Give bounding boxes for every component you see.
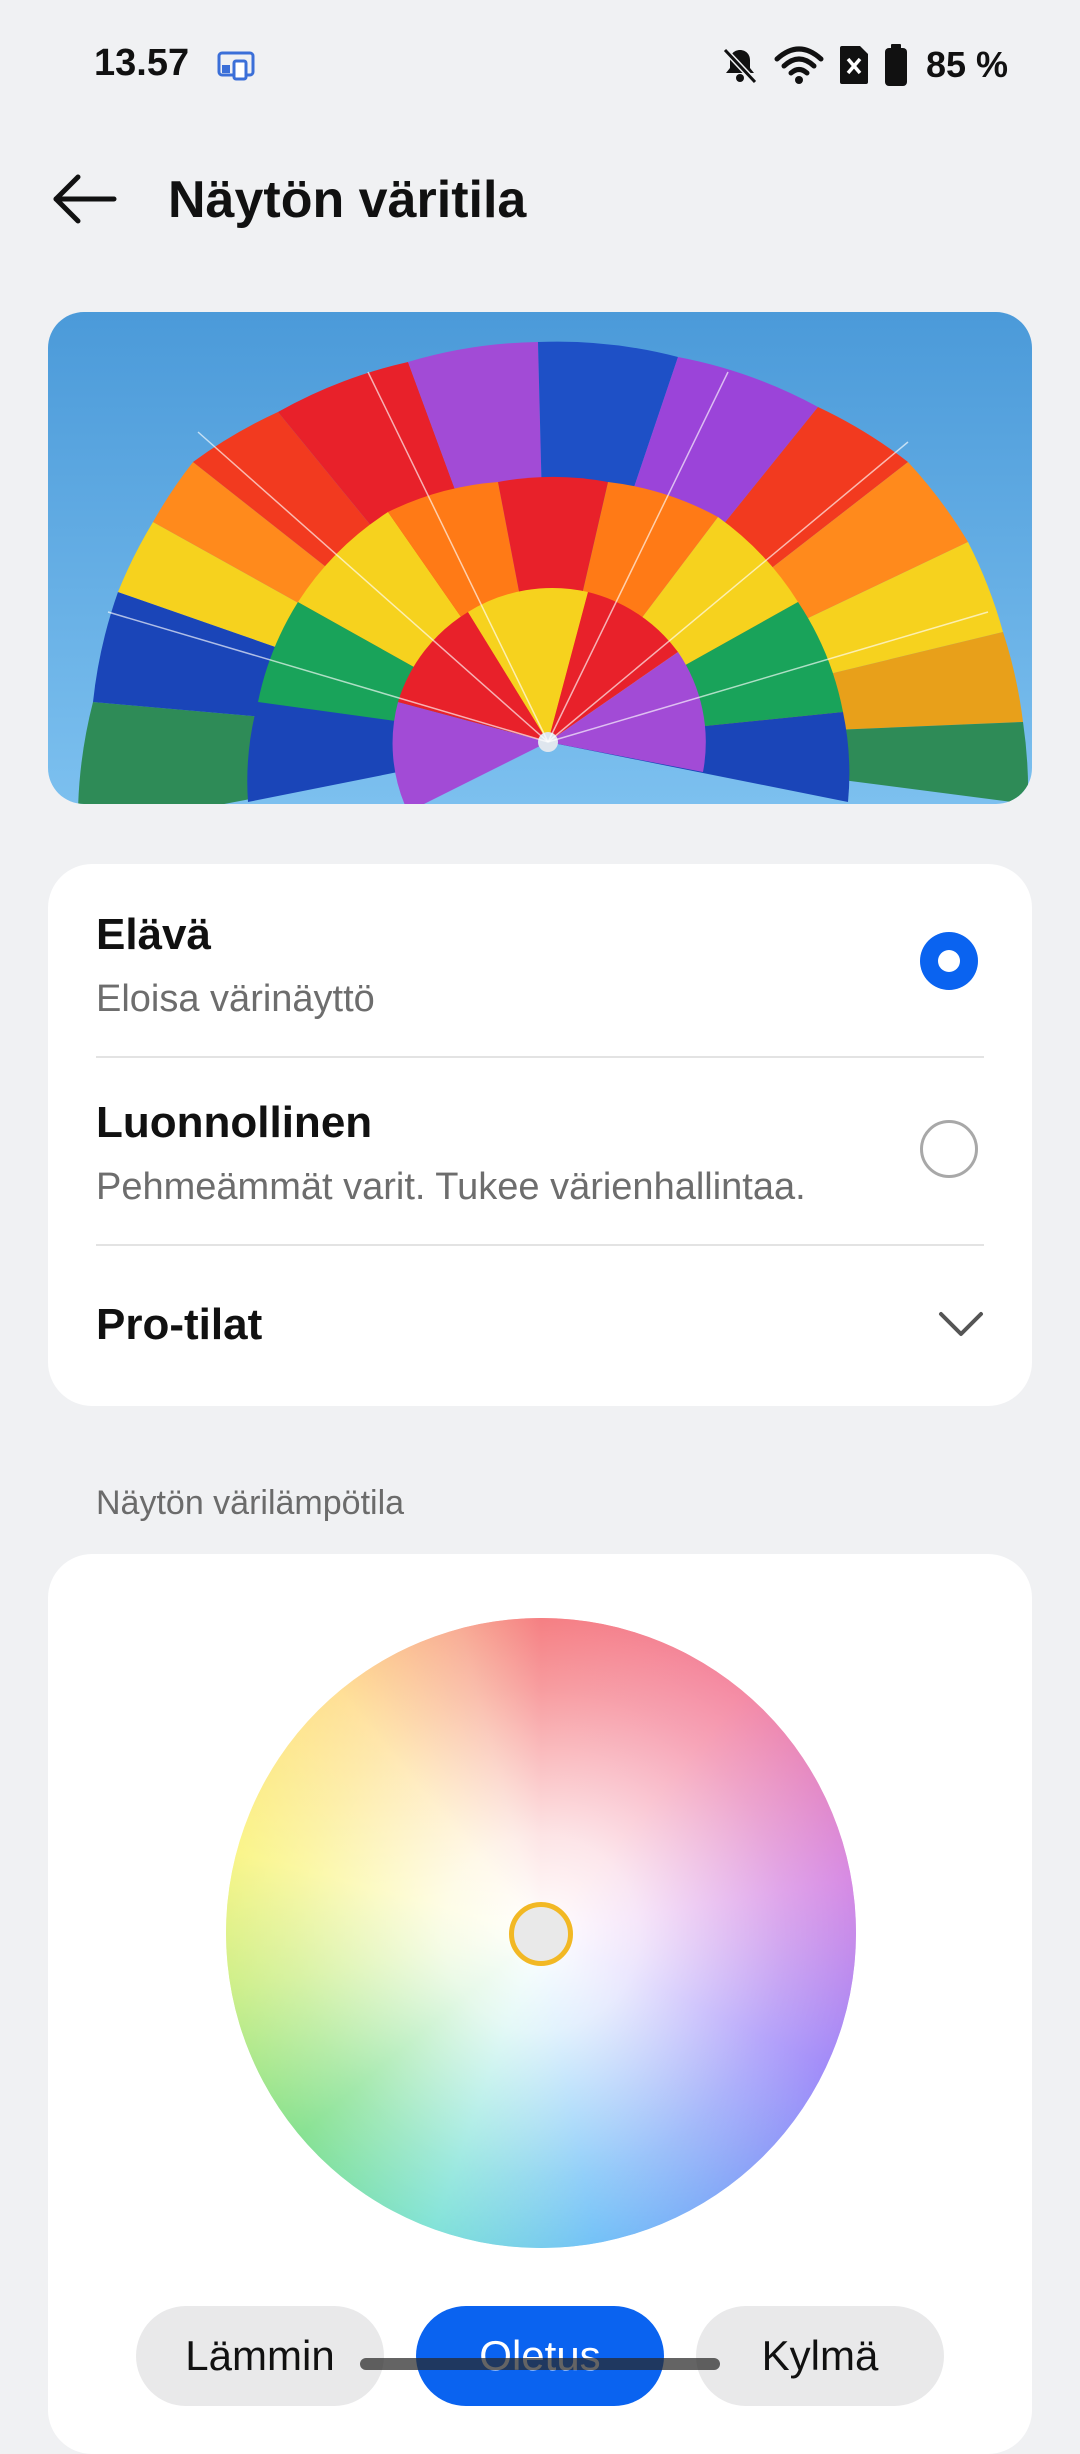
page-title: Näytön väritila: [168, 171, 527, 229]
status-bar: 13.57 85 %: [0, 0, 1080, 135]
chevron-down-icon: [939, 1312, 983, 1336]
mode-option-natural[interactable]: Luonnollinen Pehmeämmät varit. Tukee vär…: [48, 1058, 1032, 1240]
pro-modes-row[interactable]: Pro-tilat: [48, 1246, 1032, 1406]
option-title: Luonnollinen: [96, 1098, 373, 1147]
sim-off-icon: [838, 44, 870, 86]
color-wheel-handle[interactable]: [509, 1902, 573, 1966]
option-subtitle: Pehmeämmät varit. Tukee värienhallintaa.: [96, 1166, 806, 1208]
radio-selected[interactable]: [920, 932, 978, 990]
preset-cool-button[interactable]: Kylmä: [696, 2306, 944, 2406]
section-label-color-temperature: Näytön värilämpötila: [96, 1484, 405, 1522]
mode-option-vivid[interactable]: Elävä Eloisa värinäyttö: [48, 864, 1032, 1052]
preview-image: [48, 312, 1032, 804]
back-button[interactable]: [40, 164, 130, 234]
temperature-presets: Lämmin Oletus Kylmä: [48, 2306, 1032, 2406]
preset-warm-button[interactable]: Lämmin: [136, 2306, 384, 2406]
status-icons: 85 %: [720, 40, 1008, 90]
preset-default-button[interactable]: Oletus: [416, 2306, 664, 2406]
battery-icon: [884, 44, 908, 86]
pro-modes-title: Pro-tilat: [96, 1300, 263, 1349]
radio-unselected[interactable]: [920, 1120, 978, 1178]
color-temperature-card: Lämmin Oletus Kylmä: [48, 1554, 1032, 2454]
battery-percentage: 85 %: [925, 44, 1008, 85]
color-mode-card: Elävä Eloisa värinäyttö Luonnollinen Peh…: [48, 864, 1032, 1406]
bell-muted-icon: [720, 45, 760, 85]
option-title: Elävä: [96, 910, 211, 959]
arrow-left-icon: [53, 174, 117, 224]
gesture-nav-handle[interactable]: [360, 2358, 720, 2370]
app-header: Näytön väritila: [0, 140, 1080, 260]
cast-icon: [216, 50, 256, 82]
option-subtitle: Eloisa värinäyttö: [96, 978, 375, 1020]
status-time: 13.57: [94, 42, 190, 84]
wifi-icon: [774, 45, 824, 85]
